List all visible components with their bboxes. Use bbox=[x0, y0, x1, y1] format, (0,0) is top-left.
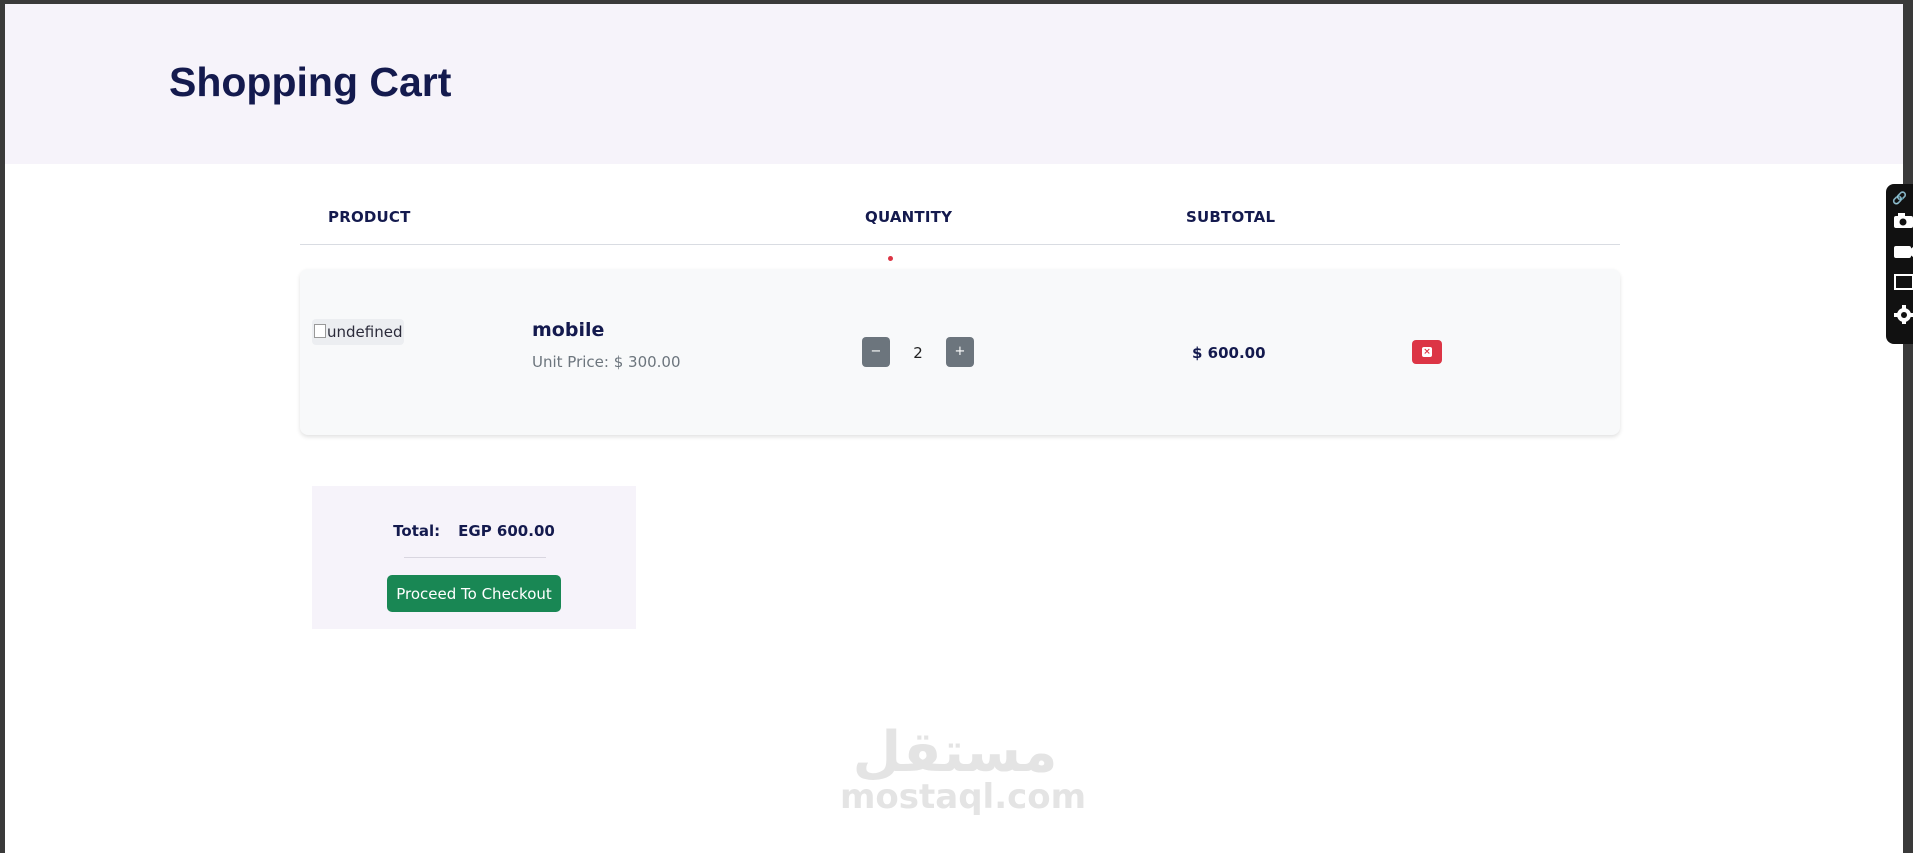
watermark-latin: mostaql.com bbox=[840, 777, 1087, 817]
cart-table-header: PRODUCT QUANTITY SUBTOTAL bbox=[300, 190, 1620, 245]
summary-divider bbox=[404, 557, 546, 558]
product-name[interactable]: mobile bbox=[532, 319, 604, 341]
product-image-alt: undefined bbox=[327, 323, 403, 341]
quantity-value: 2 bbox=[913, 344, 923, 362]
video-icon[interactable] bbox=[1892, 242, 1913, 262]
page-title: Shopping Cart bbox=[169, 59, 452, 105]
column-header-quantity: QUANTITY bbox=[865, 208, 953, 226]
cart-total: Total: EGP 600.00 bbox=[312, 522, 636, 540]
product-unit-price: Unit Price: $ 300.00 bbox=[532, 353, 681, 371]
column-header-product: PRODUCT bbox=[328, 208, 411, 226]
decrease-quantity-button[interactable]: − bbox=[862, 337, 890, 367]
remove-item-button[interactable]: × bbox=[1412, 340, 1442, 364]
screen-capture-toolbar: 🔗 bbox=[1886, 184, 1913, 344]
broken-image-icon bbox=[314, 324, 326, 338]
page-header: Shopping Cart bbox=[5, 4, 1903, 164]
increase-quantity-button[interactable]: + bbox=[946, 337, 974, 367]
link-icon[interactable]: 🔗 bbox=[1892, 188, 1913, 208]
indicator-dot bbox=[888, 256, 893, 261]
camera-icon[interactable] bbox=[1892, 210, 1913, 230]
watermark-logo: مستقل mostaql.com bbox=[840, 720, 1087, 840]
checkout-button[interactable]: Proceed To Checkout bbox=[387, 575, 561, 612]
cart-summary: Total: EGP 600.00 Proceed To Checkout bbox=[312, 486, 636, 629]
gear-icon[interactable] bbox=[1892, 304, 1913, 324]
window-icon[interactable] bbox=[1892, 272, 1913, 292]
product-image: undefined bbox=[312, 319, 405, 345]
item-subtotal: $ 600.00 bbox=[1192, 344, 1266, 362]
close-icon: × bbox=[1422, 347, 1432, 357]
cart-item-row: undefined mobile Unit Price: $ 300.00 − … bbox=[300, 269, 1620, 435]
browser-viewport: Shopping Cart PRODUCT QUANTITY SUBTOTAL … bbox=[0, 0, 1913, 853]
total-value: EGP 600.00 bbox=[458, 522, 555, 540]
window-edge-right bbox=[1903, 0, 1913, 853]
column-header-subtotal: SUBTOTAL bbox=[1186, 208, 1276, 226]
total-label: Total: bbox=[393, 522, 441, 540]
